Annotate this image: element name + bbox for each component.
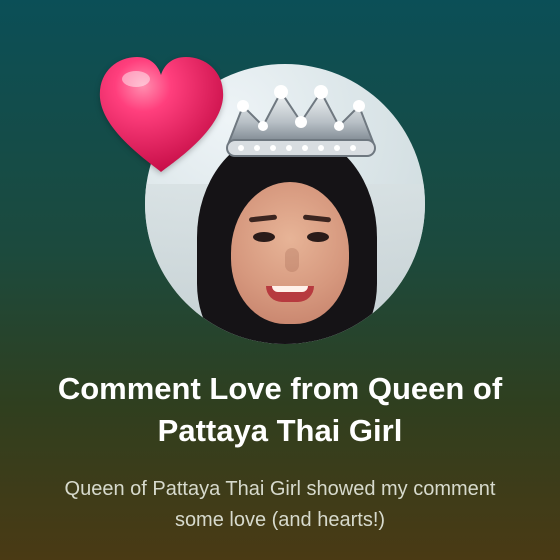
heart-icon — [94, 54, 229, 179]
avatar-right-eye — [307, 232, 329, 242]
avatar-left-eye — [253, 232, 275, 242]
notification-title: Comment Love from Queen of Pattaya Thai … — [57, 371, 503, 448]
crown-icon — [223, 82, 379, 162]
avatar-nose — [285, 248, 299, 272]
notification-subtitle: Queen of Pattaya Thai Girl showed my com… — [64, 478, 496, 531]
avatar-teeth — [272, 286, 308, 292]
comment-love-card: Comment Love from Queen of Pattaya Thai … — [0, 0, 560, 560]
